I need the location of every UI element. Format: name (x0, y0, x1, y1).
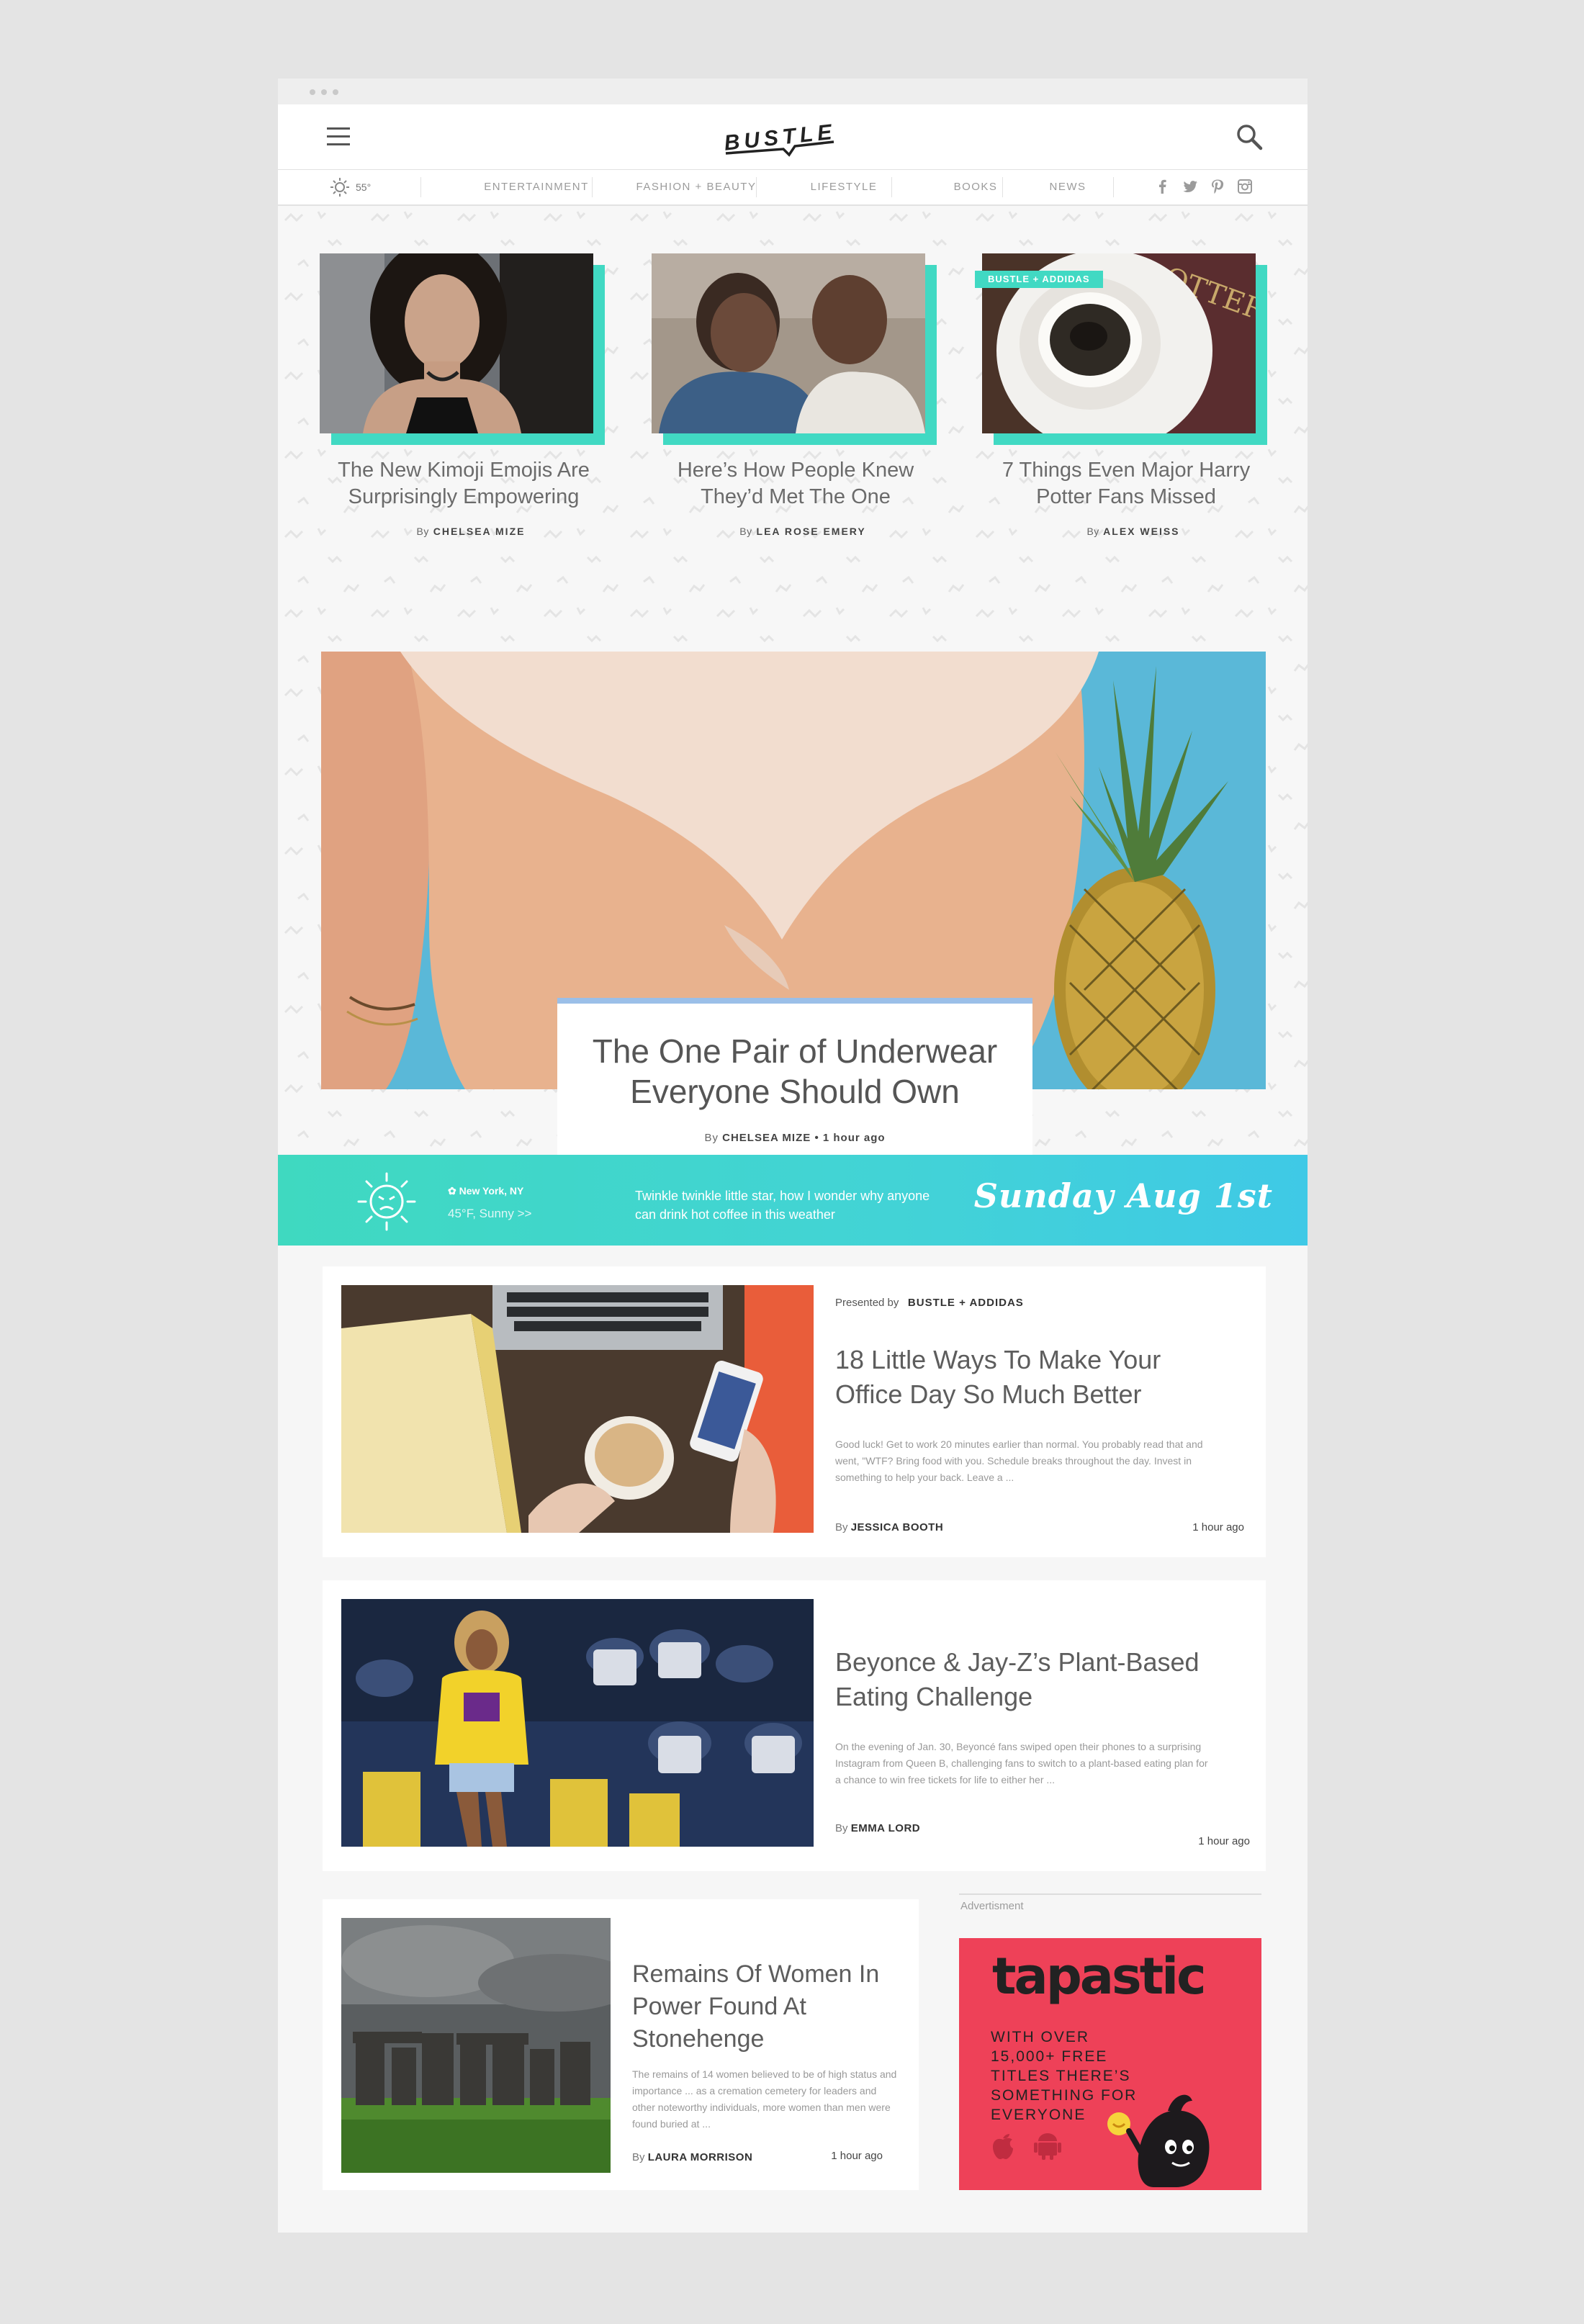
card-author[interactable]: ALEX WEISS (1103, 526, 1179, 537)
presented-by: Presented by BUSTLE + ADDIDAS (835, 1297, 1238, 1309)
window-dot[interactable] (321, 89, 327, 95)
article-image-office[interactable] (341, 1285, 814, 1533)
by-label: By (632, 2151, 645, 2163)
article-title[interactable]: 18 Little Ways To Make Your Office Day S… (835, 1343, 1210, 1412)
card-byline: By CHELSEA MIZE (320, 526, 622, 537)
sun-icon (330, 178, 349, 197)
mascot-illustration (1107, 2094, 1210, 2187)
card-byline: By ALEX WEISS (982, 526, 1284, 537)
article-byline: By EMMA LORD (835, 1822, 1238, 1834)
article-excerpt: Good luck! Get to work 20 minutes earlie… (835, 1438, 1203, 1483)
browser-window: BUSTLE 55° ENTERTAINMENT FASHION + BEAUT… (278, 78, 1308, 2233)
facebook-icon[interactable] (1155, 179, 1171, 194)
grumpy-sun-icon (357, 1172, 416, 1231)
pinterest-icon[interactable] (1210, 179, 1225, 194)
by-label: By (739, 526, 752, 537)
location-text: New York, NY (459, 1185, 524, 1197)
nav-divider (756, 177, 757, 197)
bustle-logo[interactable]: BUSTLE (720, 120, 842, 161)
card-image-kimoji[interactable] (320, 253, 593, 433)
apple-icon[interactable] (991, 2130, 1015, 2160)
article-image-concert[interactable] (341, 1599, 814, 1847)
article-excerpt: The remains of 14 women believed to be o… (632, 2068, 897, 2130)
main-nav: 55° ENTERTAINMENT FASHION + BEAUTY LIFES… (278, 170, 1308, 206)
location-pin-icon: ✿ (448, 1185, 459, 1197)
by-label: By (704, 1132, 719, 1144)
article-image-stonehenge[interactable] (341, 1918, 611, 2173)
by-label: By (1086, 526, 1099, 537)
ad-label: Advertisment (960, 1900, 1024, 1912)
stonehenge-photo (341, 1918, 611, 2173)
sponsor-tag: BUSTLE + ADDIDAS (975, 271, 1103, 288)
weather-quote: Twinkle twinkle little star, how I wonde… (635, 1189, 930, 1222)
window-dot[interactable] (310, 89, 315, 95)
ad-divider (959, 1893, 1261, 1895)
hero-caption-card[interactable]: The One Pair of Underwear Everyone Shoul… (557, 998, 1032, 1178)
sponsor-name[interactable]: BUSTLE + ADDIDAS (908, 1297, 1024, 1309)
weather-mini[interactable]: 55° (330, 177, 371, 197)
nav-temperature: 55° (356, 181, 372, 193)
article-time: 1 hour ago (1198, 1835, 1250, 1847)
search-icon[interactable] (1236, 123, 1263, 150)
article-author[interactable]: LAURA MORRISON (648, 2151, 753, 2163)
article-time: 1 hour ago (831, 2150, 883, 2162)
card-title[interactable]: 7 Things Even Major Harry Potter Fans Mi… (975, 457, 1277, 510)
card-image-couple[interactable] (652, 253, 925, 433)
article-card-beyonce[interactable]: Beyonce & Jay-Z’s Plant-Based Eating Cha… (323, 1580, 1266, 1871)
hero-author[interactable]: CHELSEA MIZE (722, 1132, 811, 1144)
site-header: BUSTLE (278, 104, 1308, 170)
nav-divider (592, 177, 593, 197)
ad-logo: tapastic (992, 1947, 1207, 2006)
nav-item-news[interactable]: NEWS (1005, 170, 1130, 204)
hero-byline: By CHELSEA MIZE • 1 hour ago (557, 1132, 1032, 1144)
article-title[interactable]: Remains Of Women In Power Found At Stone… (632, 1958, 899, 2055)
window-dot[interactable] (333, 89, 338, 95)
hero-title[interactable]: The One Pair of Underwear Everyone Shoul… (557, 1031, 1032, 1112)
article-title[interactable]: Beyonce & Jay-Z’s Plant-Based Eating Cha… (835, 1645, 1210, 1714)
article-card-office-day[interactable]: Presented by BUSTLE + ADDIDAS 18 Little … (323, 1266, 1266, 1557)
featured-section: The New Kimoji Emojis Are Surprisingly E… (278, 206, 1308, 1178)
article-author[interactable]: JESSICA BOOTH (851, 1521, 943, 1533)
weather-conditions-link[interactable]: 45°F, Sunny >> (448, 1207, 531, 1221)
article-excerpt: On the evening of Jan. 30, Beyoncé fans … (835, 1741, 1208, 1785)
office-photo (341, 1285, 814, 1533)
hero-time: 1 hour ago (822, 1132, 886, 1144)
byline-dot: • (814, 1132, 819, 1144)
menu-icon[interactable] (327, 127, 350, 146)
article-card-stonehenge[interactable]: Remains Of Women In Power Found At Stone… (323, 1899, 919, 2190)
card-byline: By LEA ROSE EMERY (652, 526, 954, 537)
article-time: 1 hour ago (1192, 1521, 1244, 1533)
android-icon[interactable] (1034, 2131, 1061, 2160)
by-label: By (416, 526, 429, 537)
nav-divider (1113, 177, 1114, 197)
article-byline: By LAURA MORRISON (632, 2151, 776, 2163)
by-label: By (835, 1822, 848, 1834)
nav-divider (1002, 177, 1003, 197)
weather-date: Sunday Aug 1st (973, 1176, 1273, 1215)
presented-label: Presented by (835, 1297, 899, 1309)
portrait-image (320, 253, 593, 433)
article-body: Presented by BUSTLE + ADDIDAS (835, 1297, 1238, 1309)
card-title[interactable]: The New Kimoji Emojis Are Surprisingly E… (312, 457, 615, 510)
article-byline: By JESSICA BOOTH (835, 1521, 1238, 1533)
article-author[interactable]: EMMA LORD (851, 1822, 920, 1834)
instagram-icon[interactable] (1237, 179, 1253, 194)
card-author[interactable]: CHELSEA MIZE (433, 526, 526, 537)
card-title[interactable]: Here’s How People Knew They’d Met The On… (644, 457, 947, 510)
nav-divider (891, 177, 892, 197)
tapastic-ad[interactable]: tapastic WITH OVER 15,000+ FREE TITLES T… (959, 1938, 1261, 2190)
concert-photo (341, 1599, 814, 1847)
by-label: By (835, 1521, 848, 1533)
window-chrome (278, 78, 1308, 104)
nav-divider (420, 177, 421, 197)
card-author[interactable]: LEA ROSE EMERY (757, 526, 866, 537)
twitter-icon[interactable] (1182, 179, 1198, 194)
weather-location: ✿ New York, NY (448, 1185, 523, 1197)
couple-image (652, 253, 925, 433)
weather-banner: ✿ New York, NY 45°F, Sunny >> Twinkle tw… (278, 1155, 1308, 1246)
